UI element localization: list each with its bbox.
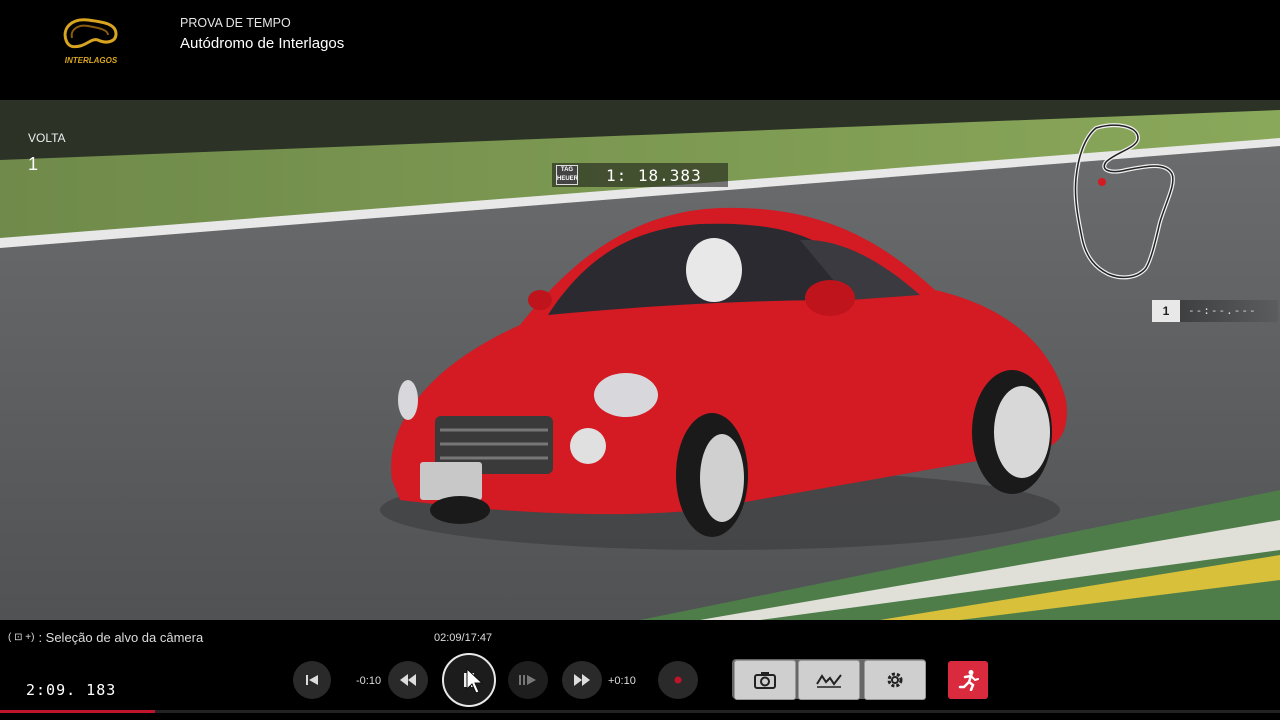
rewind-offset-label: -0:10: [356, 675, 382, 687]
position-number: 1: [1152, 300, 1180, 322]
fast-forward-button[interactable]: [562, 661, 602, 699]
camera-hint-text: : Seleção de alvo da câmera: [38, 630, 204, 645]
lap-value: 1: [28, 154, 39, 174]
replay-total-time: 2:09. 183: [26, 681, 117, 699]
replay-progress-bar[interactable]: [0, 710, 1280, 713]
gear-icon: [887, 672, 903, 688]
tag-heuer-badge: TAG HEUER: [556, 165, 578, 185]
graph-icon: [816, 674, 842, 688]
camera-hint: ( ⊡ +) : Seleção de alvo da câmera: [8, 630, 203, 645]
replay-progress-fill: [0, 710, 155, 713]
track-logo: INTERLAGOS: [58, 14, 124, 72]
skip-to-start-button[interactable]: [293, 661, 331, 699]
mouse-cursor-icon: [466, 668, 484, 694]
controller-button-icon: ( ⊡ +): [8, 632, 35, 643]
fast-forward-icon: [574, 674, 590, 686]
slow-motion-icon: [519, 675, 536, 685]
position-time: --:--.---: [1188, 304, 1257, 317]
lap-label: VOLTA: [28, 131, 66, 145]
lap-timer: TAG HEUER 1: 18.383: [552, 163, 728, 187]
exit-running-icon: [958, 670, 979, 691]
track-name: Autódromo de Interlagos: [180, 35, 345, 52]
rewind-icon: [400, 674, 416, 686]
camera-icon: [754, 672, 776, 689]
skip-to-start-icon: [306, 675, 318, 685]
top-bar: INTERLAGOS PROVA DE TEMPO Autódromo de I…: [0, 0, 1280, 100]
photo-mode-button[interactable]: [734, 660, 796, 700]
logo-text: INTERLAGOS: [64, 56, 118, 65]
lap-timer-value: 1: 18.383: [606, 165, 702, 185]
record-icon: [674, 676, 682, 684]
event-type: PROVA DE TEMPO: [180, 16, 291, 30]
leaderboard-row: 1 --:--.---: [1152, 300, 1278, 322]
record-button[interactable]: [658, 661, 698, 699]
track-minimap: [1066, 118, 1182, 288]
rewind-button[interactable]: [388, 661, 428, 699]
settings-button[interactable]: [864, 660, 926, 700]
exit-replay-button[interactable]: [948, 661, 988, 699]
telemetry-button[interactable]: [798, 660, 860, 700]
forward-offset-label: +0:10: [608, 675, 636, 687]
playback-time: 02:09/17:47: [434, 632, 493, 644]
slow-motion-button[interactable]: [508, 661, 548, 699]
